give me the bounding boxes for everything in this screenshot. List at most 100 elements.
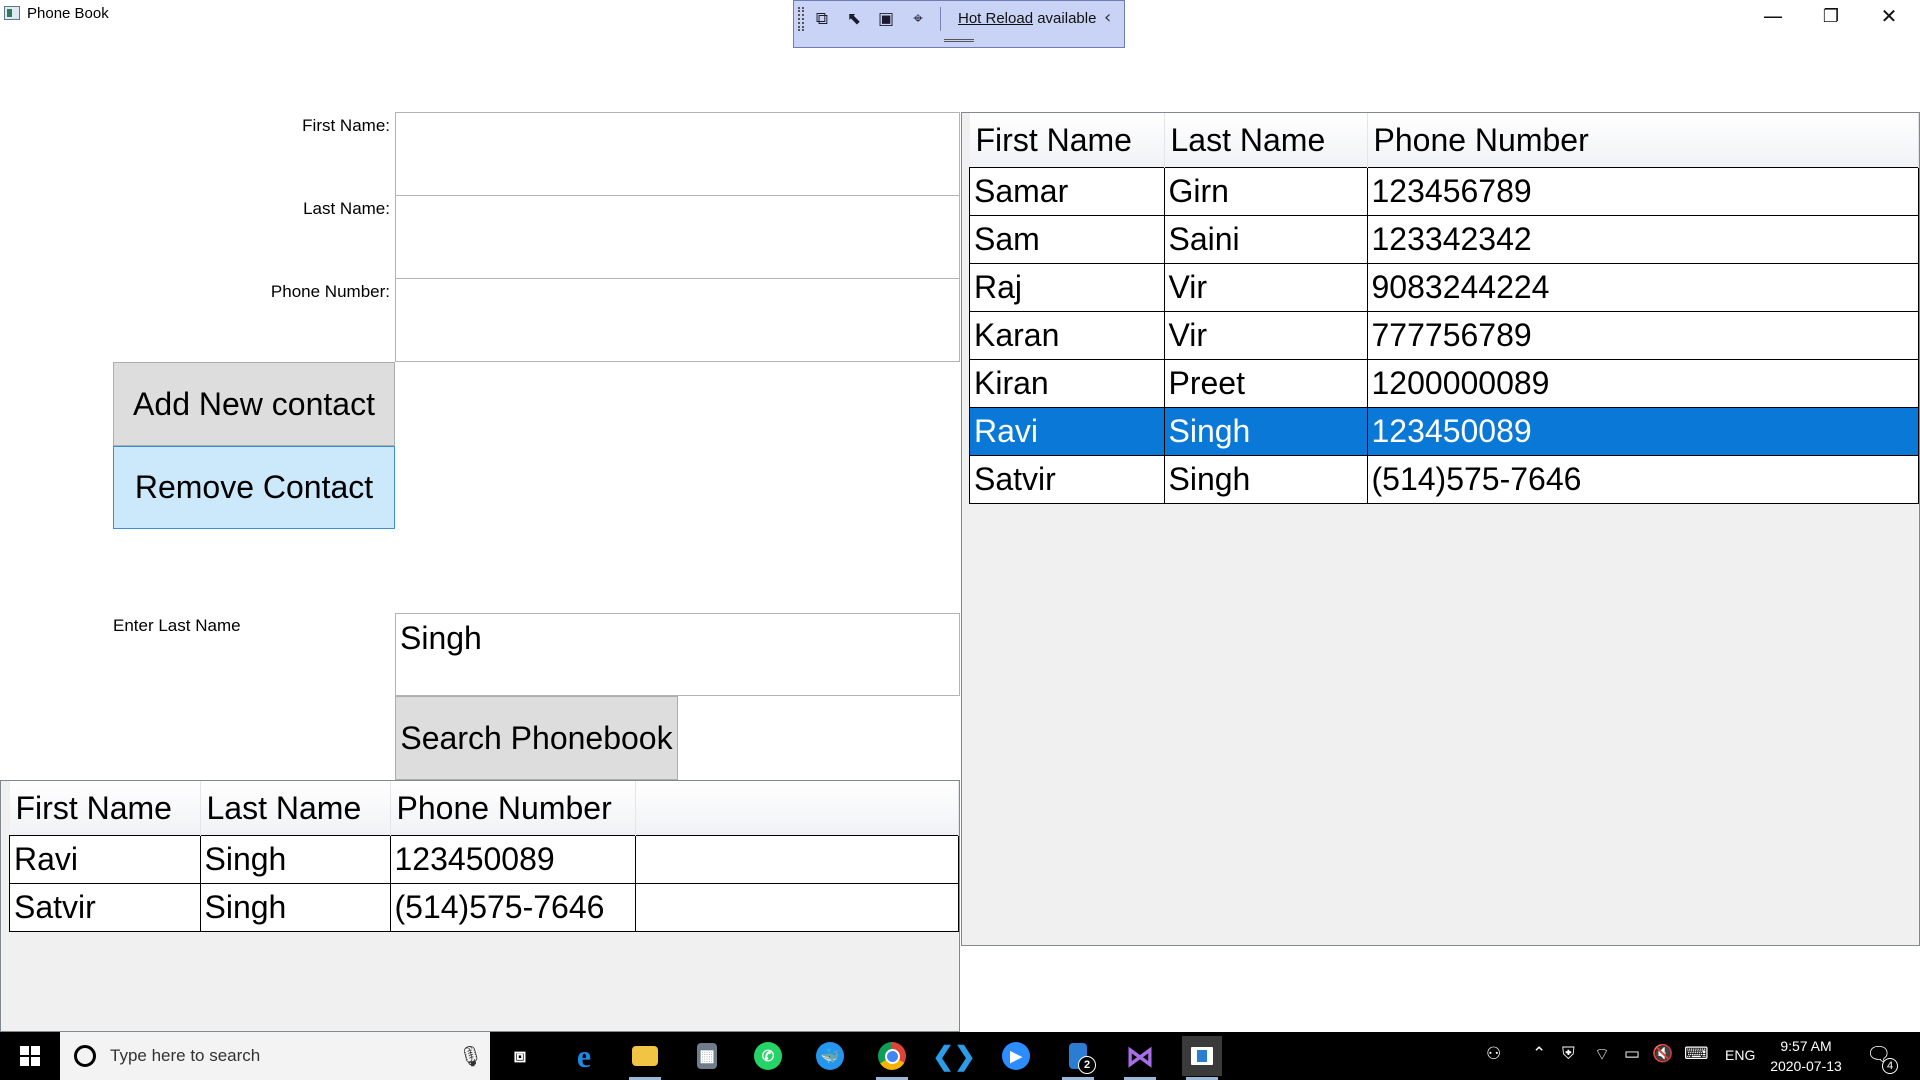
task-view-icon[interactable]: ⧈ [500,1036,540,1076]
cell-first-name[interactable]: Kiran [969,359,1165,408]
last-name-field[interactable] [395,195,960,279]
cell-phone-number[interactable]: 123342342 [1366,215,1919,264]
cell-first-name[interactable]: Ravi [9,835,201,884]
cell-last-name[interactable]: Singh [1163,407,1368,456]
cell-phone-number[interactable]: 123450089 [1366,407,1919,456]
app-icon [4,6,20,20]
cell-last-name[interactable]: Vir [1163,263,1368,312]
table-row[interactable]: Karan Vir 777756789 [969,311,1919,360]
column-header-last-name[interactable]: Last Name [1164,113,1368,168]
minimize-button[interactable]: — [1744,0,1802,32]
select-element-icon[interactable]: ⬉ [843,8,865,30]
people-icon[interactable]: ⚇ [1486,1044,1501,1064]
cell-phone-number[interactable]: (514)575-7646 [389,883,636,932]
first-name-field[interactable] [395,112,960,196]
table-row-selected[interactable]: Ravi Singh 123450089 [969,407,1919,456]
toolbar-handle[interactable] [944,39,974,42]
drag-grip-icon[interactable] [798,7,804,31]
clock[interactable]: 9:57 AM 2020-07-13 [1766,1036,1846,1076]
column-header-phone-number[interactable]: Phone Number [390,781,636,836]
cortana-icon [74,1045,96,1067]
cell-first-name[interactable]: Ravi [969,407,1165,456]
maximize-button[interactable]: ❐ [1802,0,1860,32]
column-header-first-name[interactable]: First Name [969,113,1165,168]
cell-last-name[interactable]: Vir [1163,311,1368,360]
display-adorners-icon[interactable]: ▣ [875,8,897,30]
collapse-chevron-icon[interactable]: ‹ [1104,7,1111,28]
column-header-filler [635,781,959,836]
battery-icon[interactable]: ▭ [1624,1044,1640,1064]
show-hidden-icons-chevron-icon[interactable]: ⌃ [1532,1044,1546,1064]
search-phonebook-button[interactable]: Search Phonebook [395,696,678,780]
taskbar-search-box[interactable]: Type here to search 🎙 [60,1032,490,1080]
live-visual-tree-icon[interactable]: ⧉ [811,8,833,30]
cell-first-name[interactable]: Satvir [9,883,201,932]
security-icon[interactable]: ⛨ [1562,1044,1575,1064]
column-header-last-name[interactable]: Last Name [200,781,391,836]
cell-filler [634,883,959,932]
cell-last-name[interactable]: Singh [1163,455,1368,504]
table-row[interactable]: Raj Vir 9083244224 [969,263,1919,312]
chrome-icon[interactable] [872,1036,912,1080]
visual-studio-icon[interactable]: ⋈ [1120,1036,1160,1080]
document-app-icon[interactable]: 2 [1058,1036,1098,1080]
remove-contact-button[interactable]: Remove Contact [113,446,395,529]
hot-reload-link[interactable]: Hot Reload [958,10,1033,27]
search-label: Enter Last Name [113,616,241,635]
results-header-row: First Name Last Name Phone Number [9,781,959,836]
cell-first-name[interactable]: Sam [969,215,1165,264]
first-name-label: First Name: [302,116,390,135]
keyboard-icon[interactable]: ⌨ [1684,1044,1709,1064]
search-results-datagrid[interactable]: First Name Last Name Phone Number Ravi S… [0,780,960,1032]
search-placeholder: Type here to search [110,1046,261,1065]
file-explorer-icon[interactable] [625,1036,665,1080]
cell-phone-number[interactable]: 777756789 [1366,311,1919,360]
cell-last-name[interactable]: Singh [199,883,391,932]
language-indicator[interactable]: ENG [1725,1047,1755,1063]
docker-icon[interactable]: 🐳 [810,1036,850,1076]
phone-number-field[interactable] [395,278,960,362]
hot-reload-toolbar: ⧉ ⬉ ▣ ⌖ Hot Reload available ‹ [793,0,1125,48]
vscode-icon[interactable]: ❮❯ [932,1036,976,1076]
cell-first-name[interactable]: Raj [969,263,1165,312]
table-row[interactable]: Satvir Singh (514)575-7646 [969,455,1919,504]
column-header-phone-number[interactable]: Phone Number [1367,113,1919,168]
cell-last-name[interactable]: Girn [1163,167,1368,216]
windows-logo-icon [20,1046,40,1066]
add-contact-button[interactable]: Add New contact [113,362,395,446]
cell-first-name[interactable]: Satvir [969,455,1165,504]
volume-muted-icon[interactable]: 🔇 [1652,1044,1673,1064]
cell-phone-number[interactable]: 123456789 [1366,167,1919,216]
wifi-icon[interactable]: ⌔ [1594,1044,1610,1065]
table-row[interactable]: Samar Girn 123456789 [969,167,1919,216]
contacts-header-row: First Name Last Name Phone Number [969,113,1919,168]
window-count-badge: 2 [1078,1056,1096,1074]
cell-phone-number[interactable]: (514)575-7646 [1366,455,1919,504]
phone-number-label: Phone Number: [270,282,390,301]
column-header-first-name[interactable]: First Name [9,781,201,836]
whatsapp-icon[interactable]: ✆ [748,1036,788,1076]
cell-last-name[interactable]: Saini [1163,215,1368,264]
search-last-name-input[interactable]: Singh [395,613,960,696]
phone-book-taskbar-icon[interactable] [1182,1036,1222,1080]
table-row[interactable]: Ravi Singh 123450089 [9,835,959,884]
edge-icon[interactable]: e [564,1036,604,1076]
cell-phone-number[interactable]: 9083244224 [1366,263,1919,312]
zoom-icon[interactable]: ▶ [996,1036,1036,1076]
table-row[interactable]: Sam Saini 123342342 [969,215,1919,264]
table-row[interactable]: Satvir Singh (514)575-7646 [9,883,959,932]
calculator-icon[interactable]: ▦ [687,1036,727,1076]
close-button[interactable]: ✕ [1860,0,1918,32]
table-row[interactable]: Kiran Preet 1200000089 [969,359,1919,408]
track-focus-icon[interactable]: ⌖ [907,8,929,30]
start-button[interactable] [0,1032,60,1080]
microphone-icon[interactable]: 🎙 [458,1044,483,1068]
cell-first-name[interactable]: Samar [969,167,1165,216]
cell-first-name[interactable]: Karan [969,311,1165,360]
cell-last-name[interactable]: Singh [199,835,391,884]
cell-last-name[interactable]: Preet [1163,359,1368,408]
contacts-datagrid[interactable]: First Name Last Name Phone Number Samar … [961,112,1920,946]
cell-phone-number[interactable]: 123450089 [389,835,636,884]
cell-phone-number[interactable]: 1200000089 [1366,359,1919,408]
notification-count-badge: 4 [1882,1058,1898,1074]
